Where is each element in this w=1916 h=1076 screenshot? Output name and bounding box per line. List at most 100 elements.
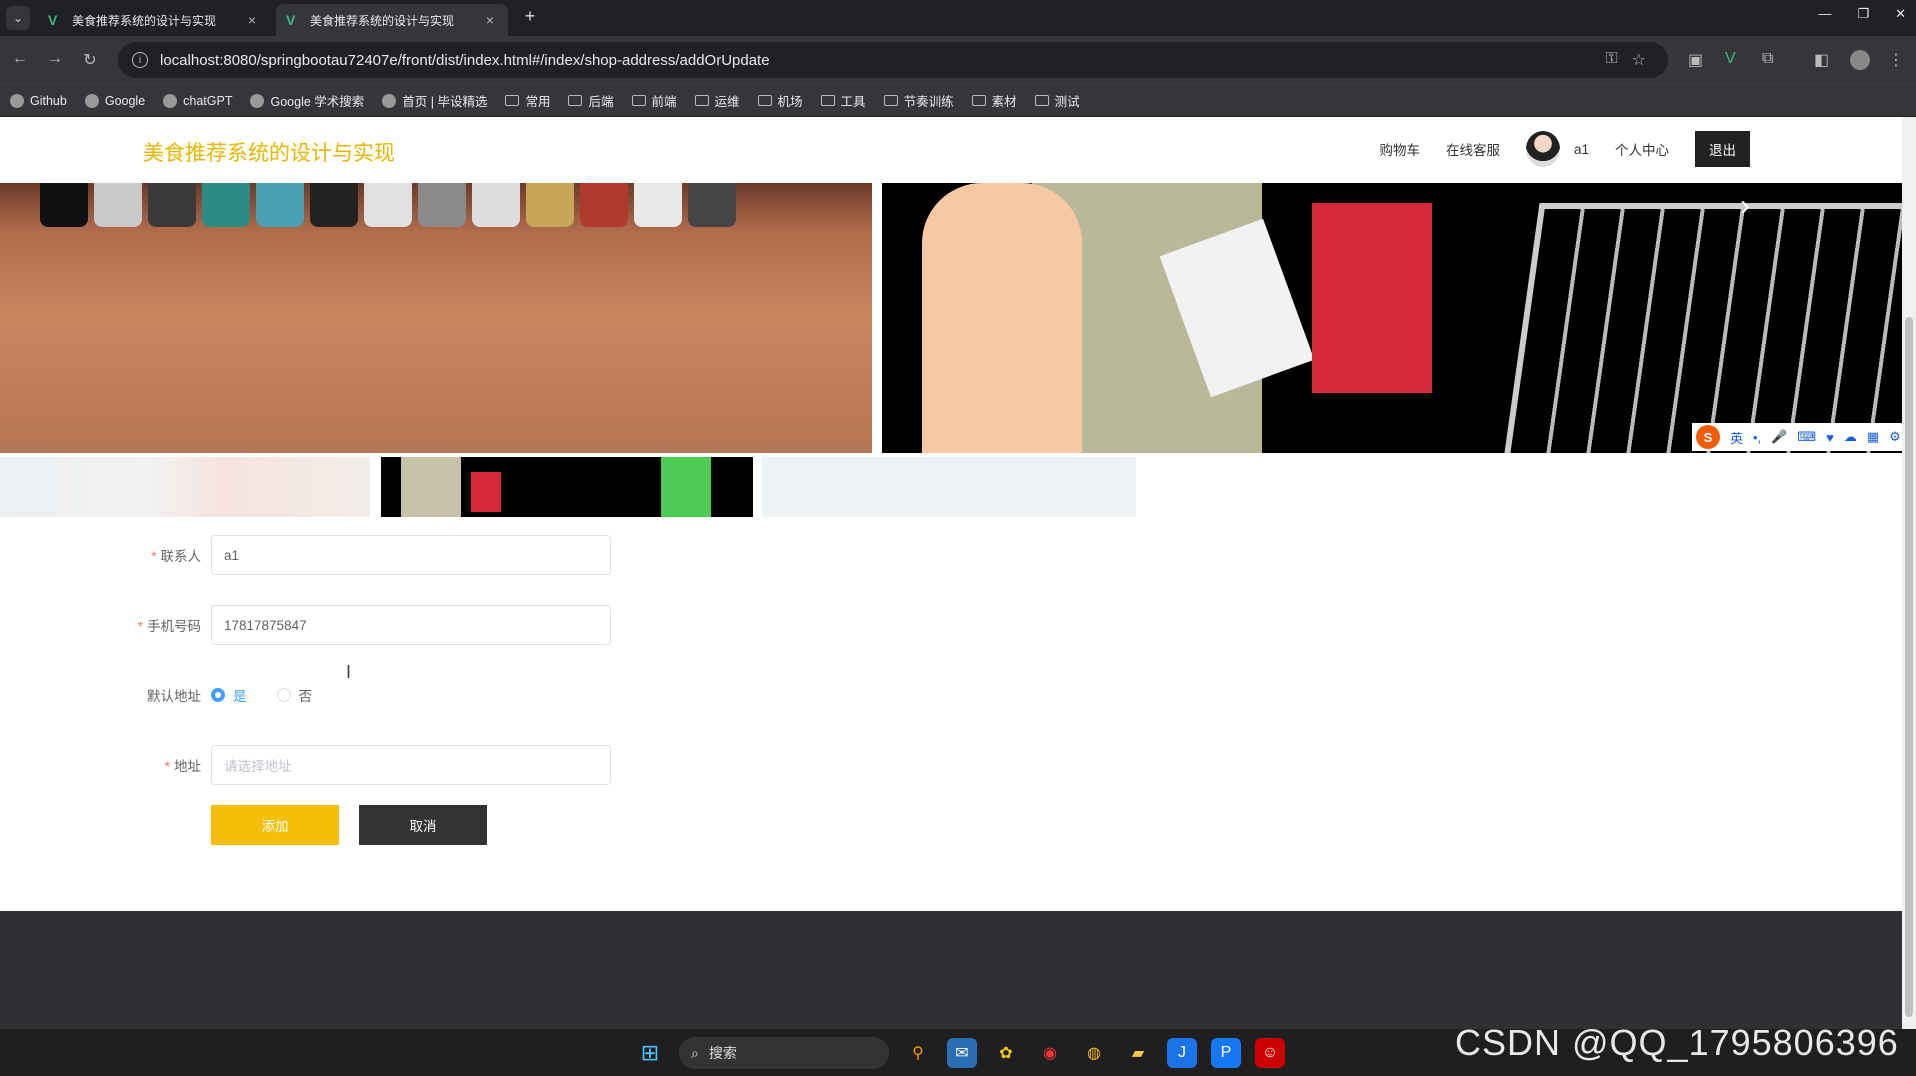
bookmark-folder[interactable]: 机场: [757, 91, 803, 110]
ime-lang[interactable]: 英: [1730, 428, 1743, 447]
bookmark-google[interactable]: Google: [84, 93, 145, 108]
bookmark-folder[interactable]: 后端: [568, 91, 614, 110]
bookmark-folder[interactable]: 素材: [971, 91, 1017, 110]
folder-icon: [568, 95, 583, 106]
extension-icon[interactable]: ▣: [1688, 50, 1703, 70]
books-decoration: [40, 183, 880, 231]
folder-icon: [971, 95, 986, 106]
browser-tab-2[interactable]: V 美食推荐系统的设计与实现 ×: [276, 4, 508, 36]
nav-username[interactable]: a1: [1574, 142, 1589, 157]
vue-favicon-icon: V: [286, 12, 296, 28]
page-scrollbar[interactable]: [1902, 117, 1916, 1029]
extensions-puzzle-icon[interactable]: ⧉: [1762, 50, 1773, 68]
logout-button[interactable]: 退出: [1695, 131, 1750, 167]
reload-icon[interactable]: ↻: [80, 50, 100, 70]
contact-input[interactable]: a1: [211, 535, 611, 575]
vue-favicon-icon: V: [48, 12, 58, 28]
bookmark-bishe[interactable]: 首页 | 毕设精选: [382, 91, 487, 110]
forward-icon[interactable]: →: [45, 50, 65, 68]
bookmark-folder[interactable]: 节奏训练: [883, 91, 954, 110]
folder-icon: [694, 95, 709, 106]
top-nav: 购物车 在线客服 a1 个人中心 退出: [1379, 131, 1750, 167]
nav-service[interactable]: 在线客服: [1446, 139, 1500, 159]
address-bar[interactable]: i localhost:8080/springbootau72407e/fron…: [118, 42, 1668, 78]
thumbnail[interactable]: [0, 457, 370, 517]
banner-carousel: › S 英 •, 🎤 ⌨ ♥ ☁ ▦ ⚙: [0, 183, 1902, 453]
minimize-icon[interactable]: —: [1818, 6, 1831, 22]
banner-slide-books: [0, 183, 872, 453]
scroll-thumb[interactable]: [1905, 317, 1913, 1017]
key-icon[interactable]: ⚿: [1605, 50, 1617, 70]
settings-icon[interactable]: ⚙: [1889, 429, 1901, 445]
form-row-address: * 地址 请选择地址: [0, 745, 611, 785]
window-controls: — ❐ ✕: [1818, 6, 1906, 22]
search-app-icon[interactable]: ⚲: [903, 1038, 933, 1068]
new-tab-button[interactable]: +: [518, 6, 542, 27]
bookmark-star-icon[interactable]: ☆: [1632, 50, 1646, 70]
close-tab-icon[interactable]: ×: [244, 12, 260, 28]
browser-toolbar: ← → ↻ i localhost:8080/springbootau72407…: [0, 36, 1916, 84]
bookmark-scholar[interactable]: Google 学术搜索: [250, 91, 364, 110]
cancel-button[interactable]: 取消: [359, 805, 487, 845]
chrome-icon[interactable]: ◍: [1079, 1038, 1109, 1068]
nav-profile[interactable]: 个人中心: [1615, 139, 1669, 159]
close-window-icon[interactable]: ✕: [1895, 6, 1906, 22]
bookmark-folder[interactable]: 测试: [1034, 91, 1080, 110]
restore-icon[interactable]: ❐: [1857, 6, 1869, 22]
close-tab-icon[interactable]: ×: [482, 12, 498, 28]
grid-icon[interactable]: ▦: [1867, 429, 1879, 445]
bookmarks-bar: Github Google chatGPT Google 学术搜索 首页 | 毕…: [0, 84, 1916, 116]
skin-icon[interactable]: ♥: [1826, 430, 1834, 445]
add-button[interactable]: 添加: [211, 805, 339, 845]
page-viewport: 美食推荐系统的设计与实现 购物车 在线客服 a1 个人中心 退出 › S 英 •…: [0, 117, 1902, 1029]
site-title: 美食推荐系统的设计与实现: [143, 142, 395, 165]
file-explorer-icon[interactable]: ▰: [1123, 1038, 1153, 1068]
carousel-next-icon[interactable]: ›: [1730, 189, 1760, 223]
chatgpt-icon: [163, 93, 178, 108]
bookmark-folder[interactable]: 工具: [820, 91, 866, 110]
phone-label: * 手机号码: [137, 619, 201, 634]
ide-icon[interactable]: J: [1167, 1038, 1197, 1068]
keyboard-icon[interactable]: ⌨: [1797, 429, 1816, 445]
thumbnail-active[interactable]: [381, 457, 753, 517]
folder-icon: [883, 95, 898, 106]
app-p-icon[interactable]: P: [1211, 1038, 1241, 1068]
back-icon[interactable]: ←: [10, 50, 30, 68]
form-row-contact: * 联系人 a1: [0, 535, 611, 575]
bookmark-folder[interactable]: 常用: [505, 91, 550, 110]
bookmark-folder[interactable]: 前端: [631, 91, 677, 110]
mic-icon[interactable]: 🎤: [1771, 429, 1787, 445]
profile-avatar[interactable]: [1850, 50, 1870, 70]
site-info-icon[interactable]: i: [132, 52, 148, 68]
cloud-icon[interactable]: ☁: [1844, 429, 1857, 445]
sogou-icon[interactable]: S: [1696, 425, 1720, 449]
bookmark-chatgpt[interactable]: chatGPT: [163, 93, 232, 108]
app-icon[interactable]: ◉: [1035, 1038, 1065, 1068]
default-yes-radio[interactable]: 是: [211, 685, 247, 705]
more-menu-icon[interactable]: ⋮: [1888, 50, 1904, 70]
folder-icon: [757, 95, 772, 106]
phone-input[interactable]: 17817875847: [211, 605, 611, 645]
app-icon[interactable]: ✿: [991, 1038, 1021, 1068]
url-text: localhost:8080/springbootau72407e/front/…: [160, 51, 770, 69]
default-no-radio[interactable]: 否: [276, 685, 312, 705]
address-label: * 地址: [164, 759, 201, 774]
thumbnail[interactable]: [762, 457, 1136, 517]
address-select[interactable]: 请选择地址: [211, 745, 611, 785]
ime-punct-icon[interactable]: •,: [1753, 430, 1761, 445]
bishe-icon: [382, 93, 397, 108]
nav-cart[interactable]: 购物车: [1379, 139, 1420, 159]
bookmark-folder[interactable]: 运维: [694, 91, 740, 110]
taskbar-search[interactable]: ⌕ 搜索: [679, 1037, 889, 1069]
side-panel-icon[interactable]: ◧: [1814, 50, 1829, 70]
browser-tab-1[interactable]: V 美食推荐系统的设计与实现 ×: [38, 4, 270, 36]
windows-start-icon[interactable]: ⊞: [635, 1038, 665, 1068]
tab-search-button[interactable]: ⌄: [6, 6, 30, 30]
qq-icon[interactable]: ☺: [1255, 1038, 1285, 1068]
vue-devtools-icon[interactable]: V: [1725, 50, 1736, 68]
user-avatar[interactable]: [1525, 131, 1560, 167]
mail-icon[interactable]: ✉: [947, 1038, 977, 1068]
page-footer: [0, 911, 1902, 1029]
bookmark-github[interactable]: Github: [10, 93, 67, 108]
folder-icon: [631, 95, 646, 106]
